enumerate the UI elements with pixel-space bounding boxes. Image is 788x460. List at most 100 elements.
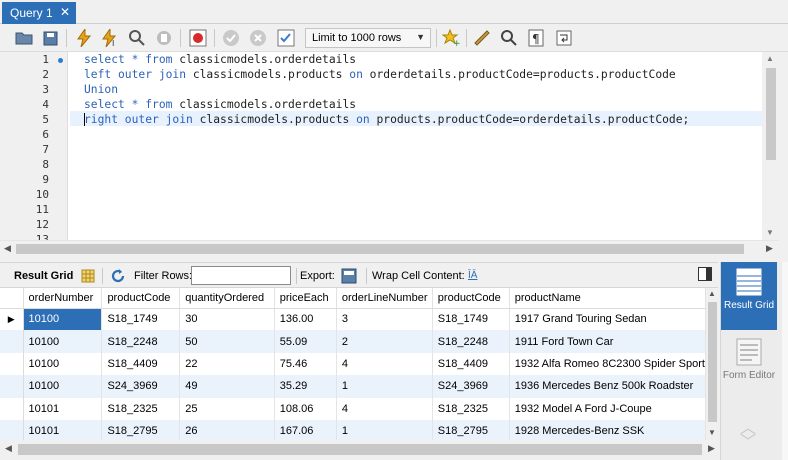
toggle-errors-icon[interactable]: [188, 28, 208, 48]
code-line[interactable]: left outer join classicmodels.products o…: [84, 68, 676, 81]
scroll-thumb[interactable]: [708, 302, 717, 422]
column-header[interactable]: productName: [509, 288, 706, 309]
column-header[interactable]: orderNumber: [23, 288, 103, 309]
code-line[interactable]: select * from classicmodels.orderdetails: [84, 98, 356, 111]
table-cell[interactable]: 1936 Mercedes Benz 500k Roadster: [509, 375, 706, 398]
row-header[interactable]: [0, 397, 24, 420]
filter-rows-input[interactable]: [191, 266, 291, 285]
grid-horizontal-scrollbar[interactable]: ◀ ▶: [0, 440, 720, 460]
table-cell[interactable]: 75.46: [274, 352, 337, 376]
column-header[interactable]: priceEach: [274, 288, 337, 309]
find-icon[interactable]: [499, 28, 519, 48]
row-header[interactable]: [0, 419, 24, 440]
table-cell[interactable]: 1911 Ford Town Car: [509, 330, 706, 353]
table-cell[interactable]: S24_3969: [101, 375, 181, 398]
refresh-icon[interactable]: [110, 268, 126, 284]
table-cell[interactable]: 1932 Alfa Romeo 8C2300 Spider Sport: [509, 352, 706, 376]
table-cell[interactable]: 30: [179, 308, 275, 331]
table-cell[interactable]: 108.06: [274, 397, 337, 420]
table-cell[interactable]: S18_2248: [432, 330, 510, 353]
grid-view-icon[interactable]: [80, 268, 96, 284]
column-header[interactable]: productCode: [432, 288, 510, 309]
table-row[interactable]: 10100 S24_3969 49 35.29 1 S24_3969 1936 …: [0, 375, 706, 398]
table-cell[interactable]: S18_2325: [432, 397, 510, 420]
row-header[interactable]: [0, 375, 24, 398]
grid-vertical-scrollbar[interactable]: ▲ ▼: [706, 288, 719, 440]
code-line[interactable]: Union: [84, 83, 118, 96]
table-cell[interactable]: 10100: [23, 352, 103, 376]
rollback-icon[interactable]: [248, 28, 268, 48]
table-cell[interactable]: S24_3969: [432, 375, 510, 398]
table-cell[interactable]: S18_1749: [432, 308, 510, 331]
current-row-arrow-icon[interactable]: ▶: [0, 308, 24, 331]
table-cell[interactable]: 1: [336, 375, 433, 398]
table-cell[interactable]: 10100: [23, 330, 103, 353]
wrap-text-icon[interactable]: ĪĀ: [468, 270, 477, 281]
table-cell[interactable]: 1928 Mercedes-Benz SSK: [509, 419, 706, 440]
table-cell[interactable]: 35.29: [274, 375, 337, 398]
save-icon[interactable]: [40, 28, 60, 48]
table-cell[interactable]: 22: [179, 352, 275, 376]
table-cell[interactable]: 10101: [23, 419, 103, 440]
table-cell[interactable]: 10101: [23, 397, 103, 420]
table-cell[interactable]: 55.09: [274, 330, 337, 353]
table-cell[interactable]: 2: [336, 330, 433, 353]
code-line[interactable]: select * from classicmodels.orderdetails: [84, 53, 356, 66]
table-cell[interactable]: 3: [336, 308, 433, 331]
scroll-right-icon[interactable]: ▶: [766, 243, 773, 254]
beautify-icon[interactable]: [472, 28, 492, 48]
commit-icon[interactable]: [221, 28, 241, 48]
table-cell[interactable]: 1932 Model A Ford J-Coupe: [509, 397, 706, 420]
result-grid-label[interactable]: Result Grid: [14, 270, 73, 282]
scroll-thumb[interactable]: [16, 244, 744, 254]
export-icon[interactable]: [341, 268, 357, 284]
toggle-side-panel-icon[interactable]: [698, 267, 712, 281]
table-cell[interactable]: 26: [179, 419, 275, 440]
table-row[interactable]: 10101 S18_2795 26 167.06 1 S18_2795 1928…: [0, 419, 706, 440]
explain-icon[interactable]: [127, 28, 147, 48]
table-cell[interactable]: S18_4409: [432, 352, 510, 376]
row-header[interactable]: [0, 352, 24, 376]
table-cell[interactable]: 4: [336, 397, 433, 420]
autocommit-icon[interactable]: [276, 28, 296, 48]
add-snippet-icon[interactable]: +: [441, 28, 461, 48]
table-cell[interactable]: 167.06: [274, 419, 337, 440]
scroll-thumb[interactable]: [18, 444, 702, 455]
scroll-down-icon[interactable]: ▼: [708, 428, 716, 437]
table-cell[interactable]: 1: [336, 419, 433, 440]
side-panel-scrollbar[interactable]: [782, 262, 788, 460]
scroll-up-icon[interactable]: ▲: [708, 289, 716, 298]
scroll-left-icon[interactable]: ◀: [5, 443, 12, 454]
column-header[interactable]: productCode: [101, 288, 181, 309]
table-cell[interactable]: 10100: [23, 375, 103, 398]
sql-editor[interactable]: 1 2 3 4 5 6 7 8 9 10 11 12 13 select * f…: [0, 52, 762, 240]
scroll-left-icon[interactable]: ◀: [4, 243, 11, 254]
table-row[interactable]: 10101 S18_2325 25 108.06 4 S18_2325 1932…: [0, 397, 706, 420]
table-cell[interactable]: 136.00: [274, 308, 337, 331]
column-header[interactable]: orderLineNumber: [336, 288, 433, 309]
table-cell[interactable]: 49: [179, 375, 275, 398]
table-row[interactable]: 10100 S18_4409 22 75.46 4 S18_4409 1932 …: [0, 352, 706, 376]
editor-horizontal-scrollbar[interactable]: ◀ ▶: [0, 240, 779, 257]
code-line-current[interactable]: right outer join classicmodels.products …: [70, 111, 762, 126]
invisible-chars-icon[interactable]: ¶: [526, 28, 546, 48]
table-cell[interactable]: 25: [179, 397, 275, 420]
table-cell[interactable]: S18_2248: [101, 330, 181, 353]
more-views-chevron-icon[interactable]: ︿ ﹀: [737, 421, 759, 452]
column-header[interactable]: quantityOrdered: [179, 288, 275, 309]
row-header[interactable]: [0, 330, 24, 353]
form-editor-view-button[interactable]: Form Editor: [721, 332, 777, 400]
scroll-down-icon[interactable]: ▼: [766, 228, 774, 237]
table-cell[interactable]: S18_4409: [101, 352, 181, 376]
table-cell[interactable]: 1917 Grand Touring Sedan: [509, 308, 706, 331]
table-cell[interactable]: S18_2325: [101, 397, 181, 420]
table-cell[interactable]: S18_2795: [101, 419, 181, 440]
table-cell[interactable]: S18_1749: [101, 308, 181, 331]
scroll-right-icon[interactable]: ▶: [708, 443, 715, 454]
open-folder-icon[interactable]: [14, 28, 34, 48]
execute-icon[interactable]: [74, 28, 94, 48]
word-wrap-icon[interactable]: [554, 28, 574, 48]
table-cell[interactable]: 50: [179, 330, 275, 353]
table-row[interactable]: 10100 S18_2248 50 55.09 2 S18_2248 1911 …: [0, 330, 706, 353]
table-row[interactable]: ▶ 10100 S18_1749 30 136.00 3 S18_1749 19…: [0, 308, 706, 331]
